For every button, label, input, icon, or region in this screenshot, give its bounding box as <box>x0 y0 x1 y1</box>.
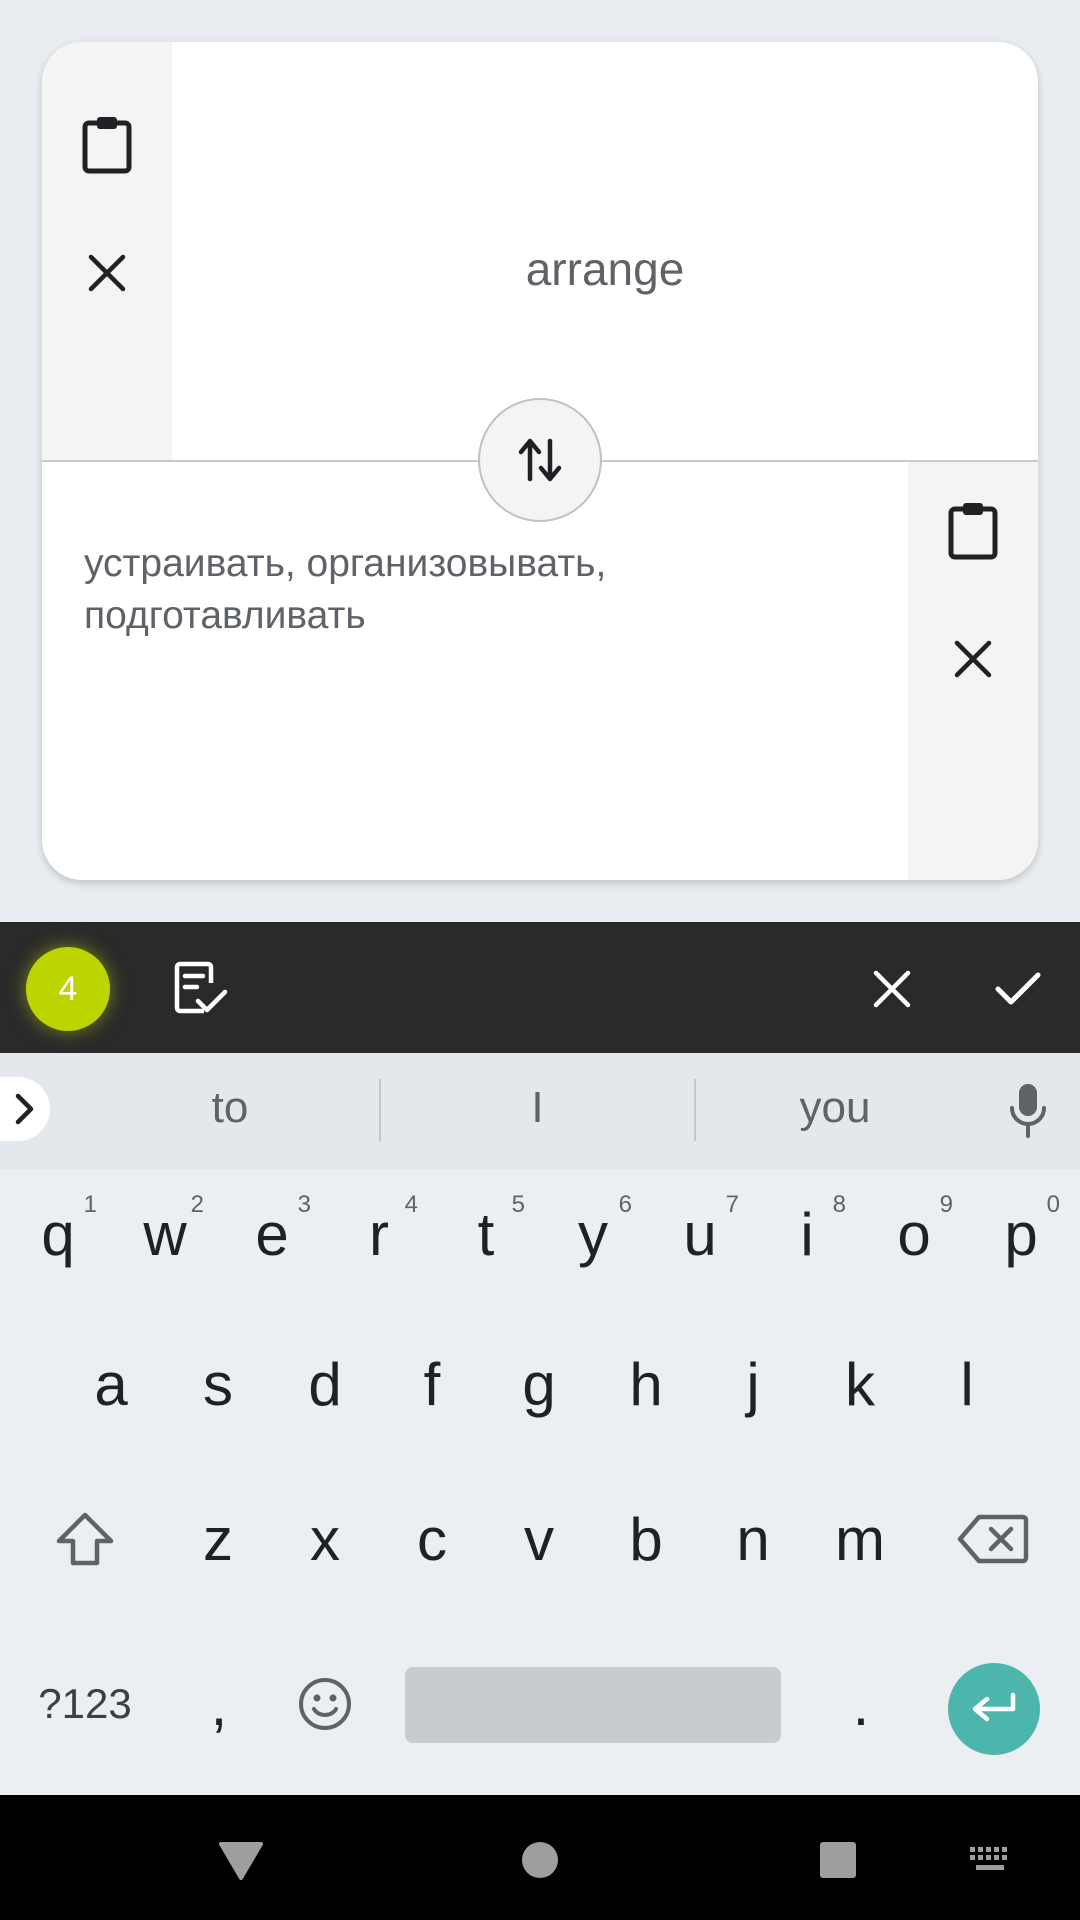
key-y[interactable]: y6 <box>540 1169 646 1299</box>
key-d[interactable]: d <box>272 1319 378 1449</box>
enter-key[interactable] <box>948 1663 1040 1755</box>
emoji-icon <box>299 1678 351 1730</box>
key-n[interactable]: n <box>700 1474 806 1604</box>
key-c[interactable]: c <box>379 1474 485 1604</box>
clear-translation-button[interactable] <box>928 614 1018 704</box>
key-hint: 7 <box>725 1191 739 1218</box>
enter-icon <box>972 1692 1016 1722</box>
key-b[interactable]: b <box>593 1474 699 1604</box>
key-label: o <box>897 1200 931 1268</box>
suggestion-strip: to I you <box>0 1053 1080 1169</box>
key-label: p <box>1004 1200 1038 1268</box>
key-label: y <box>578 1200 608 1268</box>
suggestion-item[interactable]: you <box>695 1083 975 1139</box>
target-actions-panel <box>908 462 1038 880</box>
key-label: t <box>477 1200 495 1268</box>
key-label: w <box>143 1200 187 1268</box>
key-hint: 2 <box>190 1191 204 1218</box>
key-v[interactable]: v <box>486 1474 592 1604</box>
key-hint: 5 <box>511 1191 525 1218</box>
keyboard-keys: q1 w2 e3 r4 t5 y6 u7 i8 o9 p0 a s d f g … <box>0 1169 1080 1795</box>
clear-source-button[interactable] <box>62 228 152 318</box>
copy-translation-button[interactable] <box>928 486 1018 576</box>
source-text[interactable]: arrange <box>172 242 1038 296</box>
key-i[interactable]: i8 <box>754 1169 860 1299</box>
key-hint: 8 <box>832 1191 846 1218</box>
source-actions-panel <box>42 42 172 460</box>
key-hint: 3 <box>297 1191 311 1218</box>
key-r[interactable]: r4 <box>326 1169 432 1299</box>
key-j[interactable]: j <box>700 1319 806 1449</box>
key-z[interactable]: z <box>165 1474 271 1604</box>
key-f[interactable]: f <box>379 1319 485 1449</box>
translated-text: устраивать, организовывать, подготавлива… <box>84 542 607 637</box>
back-button[interactable] <box>206 1825 276 1895</box>
paste-source-button[interactable] <box>62 100 152 190</box>
switch-keyboard-button[interactable] <box>955 1825 1025 1895</box>
close-icon <box>88 254 126 292</box>
system-navigation-bar <box>0 1795 1080 1920</box>
key-q[interactable]: q1 <box>5 1169 111 1299</box>
clipboard-icon <box>82 117 132 174</box>
translator-card: arrange устраивать, организовывать, подг… <box>42 42 1038 880</box>
backspace-icon <box>957 1514 1029 1564</box>
key-e[interactable]: e3 <box>219 1169 325 1299</box>
home-button[interactable] <box>505 1825 575 1895</box>
key-label: q <box>41 1200 75 1268</box>
checklist-icon <box>174 961 228 1014</box>
symbols-key[interactable]: ?123 <box>20 1639 150 1769</box>
key-hint: 9 <box>939 1191 953 1218</box>
voice-input-button[interactable] <box>1000 1079 1056 1143</box>
confirm-button[interactable] <box>976 947 1060 1031</box>
keyboard-icon <box>970 1847 1007 1870</box>
close-icon <box>954 640 992 678</box>
chevron-right-icon <box>15 1093 34 1125</box>
expand-toolbar-button[interactable] <box>0 1077 50 1141</box>
key-label: i <box>800 1200 814 1268</box>
suggestion-item[interactable]: to <box>80 1083 380 1139</box>
key-hint: 4 <box>404 1191 418 1218</box>
key-w[interactable]: w2 <box>112 1169 218 1299</box>
key-t[interactable]: t5 <box>433 1169 539 1299</box>
key-h[interactable]: h <box>593 1319 699 1449</box>
key-m[interactable]: m <box>807 1474 913 1604</box>
notification-badge[interactable]: 4 <box>26 947 110 1031</box>
period-key[interactable]: . <box>808 1639 914 1769</box>
key-hint: 1 <box>83 1191 97 1218</box>
key-u[interactable]: u7 <box>647 1169 753 1299</box>
key-x[interactable]: x <box>272 1474 378 1604</box>
emoji-key[interactable] <box>272 1639 378 1769</box>
key-s[interactable]: s <box>165 1319 271 1449</box>
microphone-icon <box>1010 1084 1046 1138</box>
key-g[interactable]: g <box>486 1319 592 1449</box>
swap-languages-button[interactable] <box>478 398 602 522</box>
key-l[interactable]: l <box>914 1319 1020 1449</box>
check-icon <box>995 972 1041 1005</box>
key-label: r <box>369 1200 389 1268</box>
key-o[interactable]: o9 <box>861 1169 967 1299</box>
key-p[interactable]: p0 <box>968 1169 1074 1299</box>
shift-icon <box>56 1512 114 1566</box>
comma-key[interactable]: , <box>166 1639 272 1769</box>
clipboard-icon <box>948 503 998 560</box>
key-k[interactable]: k <box>807 1319 913 1449</box>
key-hint: 6 <box>618 1191 632 1218</box>
recents-square-icon <box>820 1842 856 1878</box>
space-key[interactable] <box>405 1667 781 1743</box>
back-triangle-icon <box>219 1842 263 1880</box>
key-hint: 0 <box>1046 1191 1060 1218</box>
shift-key[interactable] <box>32 1474 138 1604</box>
recents-button[interactable] <box>803 1825 873 1895</box>
backspace-key[interactable] <box>940 1474 1046 1604</box>
swap-vertical-icon <box>518 438 562 482</box>
cancel-button[interactable] <box>850 947 934 1031</box>
suggestion-item[interactable]: I <box>380 1083 695 1139</box>
key-label: e <box>255 1200 289 1268</box>
keyboard-toolbar: 4 <box>0 922 1080 1053</box>
key-a[interactable]: a <box>58 1319 164 1449</box>
home-circle-icon <box>522 1842 558 1878</box>
close-icon <box>873 970 911 1008</box>
checklist-button[interactable] <box>158 947 242 1031</box>
key-label: u <box>683 1200 717 1268</box>
